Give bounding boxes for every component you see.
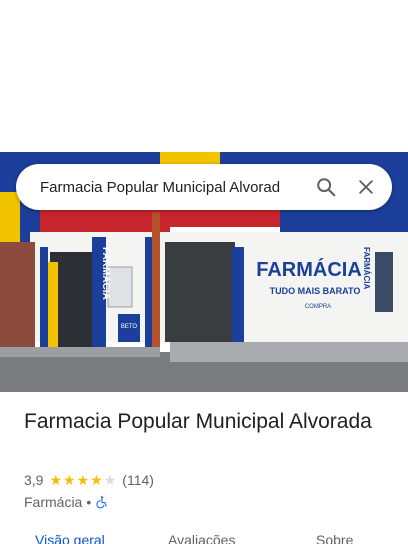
star-icon: ★	[90, 472, 103, 488]
search-bar[interactable]: Farmacia Popular Municipal Alvorad	[16, 164, 392, 210]
close-button[interactable]	[346, 167, 386, 207]
star-rating: ★ ★ ★ ★ ★	[49, 473, 116, 487]
place-title: Farmacia Popular Municipal Alvorada	[24, 410, 372, 433]
search-button[interactable]	[306, 167, 346, 207]
vertical-sign: FARMÁCIA	[100, 247, 113, 300]
vertical-sign-right: FARMÁCIA	[362, 247, 371, 289]
tab-about[interactable]: Sobre	[316, 532, 353, 544]
search-icon	[317, 178, 336, 197]
place-tabs: Visão geral Avaliações Sobre	[0, 528, 408, 544]
beto-sign: BETO	[121, 324, 138, 330]
slogan-sign: TUDO MAIS BARATO	[270, 286, 361, 296]
tab-overview[interactable]: Visão geral	[35, 532, 105, 544]
star-icon: ★	[76, 472, 90, 488]
category-row: Farmácia •	[24, 494, 109, 510]
tab-reviews[interactable]: Avaliações	[168, 532, 235, 544]
separator-dot: •	[86, 494, 92, 510]
star-empty-icon: ★	[103, 472, 117, 488]
review-count[interactable]: (114)	[122, 472, 154, 488]
rating-value: 3,9	[24, 472, 44, 488]
star-icon: ★	[49, 472, 63, 488]
rating-row[interactable]: 3,9 ★ ★ ★ ★ ★ (114)	[24, 472, 154, 488]
place-category: Farmácia	[24, 494, 83, 510]
compra-sign: COMPRA	[305, 304, 331, 310]
farmacia-sign: FARMÁCIA	[256, 258, 362, 281]
close-icon	[359, 180, 373, 194]
star-icon: ★	[63, 472, 76, 488]
search-input[interactable]: Farmacia Popular Municipal Alvorad	[16, 179, 306, 196]
wheelchair-icon	[96, 496, 107, 509]
